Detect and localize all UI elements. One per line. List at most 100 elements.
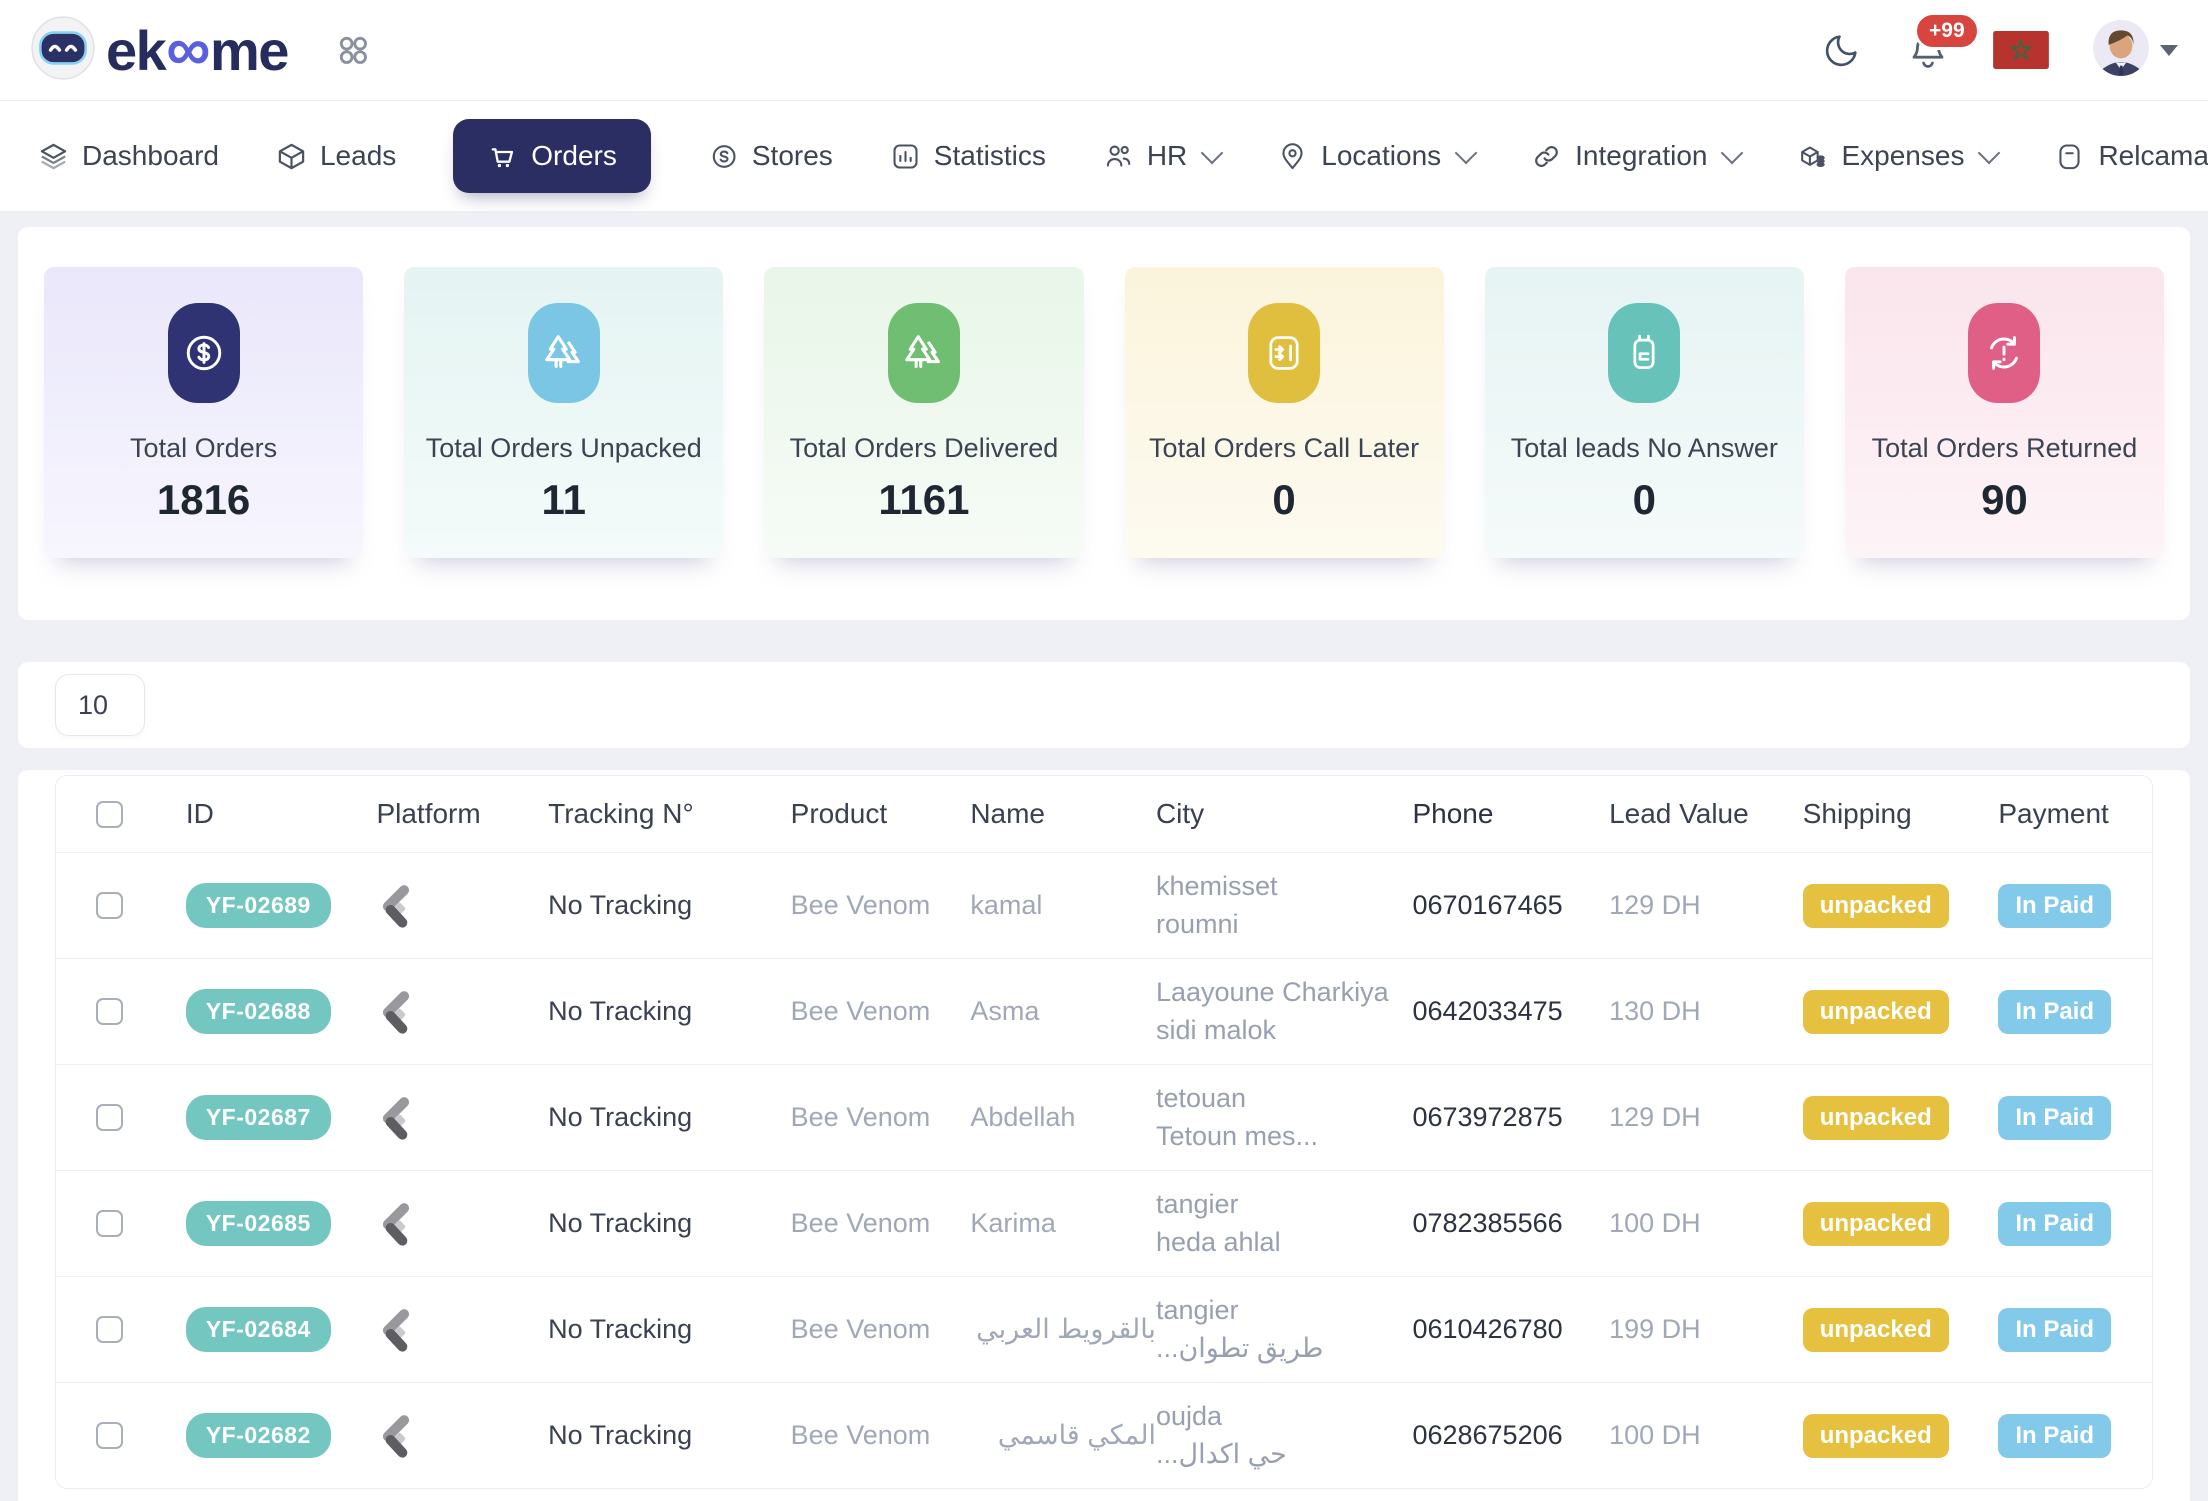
order-id-badge[interactable]: YF-02684	[186, 1307, 331, 1352]
row-checkbox[interactable]	[96, 1422, 123, 1449]
row-checkbox[interactable]	[96, 1210, 123, 1237]
stat-label: Total leads No Answer	[1485, 433, 1804, 464]
nav-label: Dashboard	[82, 140, 219, 172]
order-id-badge[interactable]: YF-02685	[186, 1201, 331, 1246]
nav-statistics[interactable]: Statistics	[890, 140, 1046, 172]
col-product: Product	[791, 798, 971, 830]
col-name: Name	[970, 798, 1156, 830]
orders-table-panel: ID Platform Tracking N° Product Name Cit…	[18, 770, 2190, 1501]
order-id-badge[interactable]: YF-02689	[186, 883, 331, 928]
platform-flutter-icon	[376, 1200, 416, 1247]
shipping-status-badge[interactable]: unpacked	[1803, 1096, 1949, 1140]
platform-flutter-icon	[376, 1094, 416, 1141]
nav-stores[interactable]: Stores	[708, 140, 833, 172]
notifications-button[interactable]: +99	[1906, 28, 1950, 72]
lead-value: 129 DH	[1609, 890, 1803, 921]
apps-grid-icon[interactable]	[334, 31, 372, 69]
col-shipping: Shipping	[1803, 798, 1999, 830]
nav-leads[interactable]: Leads	[276, 140, 396, 172]
city-value: oujdaحي اكدال...	[1156, 1398, 1287, 1474]
product-value: Bee Venom	[791, 1420, 971, 1451]
dollar-circle-icon	[168, 303, 240, 403]
dark-mode-toggle[interactable]	[1820, 28, 1864, 72]
shipping-status-badge[interactable]: unpacked	[1803, 990, 1949, 1034]
order-id-badge[interactable]: YF-02687	[186, 1095, 331, 1140]
transfer-icon	[1248, 303, 1320, 403]
phone-value: 0642033475	[1412, 996, 1609, 1027]
table-row: YF-02688 No Tracking Bee Venom Asma Laay…	[56, 958, 2152, 1064]
product-value: Bee Venom	[791, 996, 971, 1027]
nav-dashboard[interactable]: Dashboard	[38, 140, 219, 172]
nav-label: Relcamation	[2098, 140, 2208, 172]
payment-status-badge[interactable]: In Paid	[1998, 1414, 2111, 1458]
shipping-status-badge[interactable]: unpacked	[1803, 1202, 1949, 1246]
nav-integration[interactable]: Integration	[1531, 140, 1740, 172]
stat-card-call-later: Total Orders Call Later 0	[1125, 267, 1444, 558]
stat-label: Total Orders Call Later	[1125, 433, 1444, 464]
infinity-glyph: ∞	[166, 19, 209, 81]
payment-status-badge[interactable]: In Paid	[1998, 884, 2111, 928]
select-all-checkbox[interactable]	[96, 801, 123, 828]
lead-value: 130 DH	[1609, 996, 1803, 1027]
order-id-badge[interactable]: YF-02688	[186, 989, 331, 1034]
nav-expenses[interactable]: Expenses	[1797, 140, 1997, 172]
nav-label: Stores	[752, 140, 833, 172]
stat-value: 0	[1125, 476, 1444, 558]
nav-label: Leads	[320, 140, 396, 172]
user-menu[interactable]	[2092, 19, 2178, 82]
nav-hr[interactable]: HR	[1103, 140, 1220, 172]
table-row: YF-02685 No Tracking Bee Venom Karima ta…	[56, 1170, 2152, 1276]
nav-locations[interactable]: Locations	[1277, 140, 1474, 172]
name-value: kamal	[970, 890, 1156, 921]
coin-icon	[708, 141, 739, 172]
stats-panel: Total Orders 1816 Total Orders Unpacked …	[18, 227, 2190, 620]
payment-status-badge[interactable]: In Paid	[1998, 1096, 2111, 1140]
people-icon	[1103, 141, 1134, 172]
bar-chart-icon	[890, 141, 921, 172]
row-checkbox[interactable]	[96, 892, 123, 919]
app-logo[interactable]: ek∞me	[30, 15, 288, 86]
layers-icon	[38, 141, 69, 172]
name-value: Abdellah	[970, 1102, 1156, 1133]
nav-orders[interactable]: Orders	[453, 119, 651, 193]
tracking-value: No Tracking	[548, 996, 791, 1027]
row-checkbox[interactable]	[96, 998, 123, 1025]
stat-card-total-orders: Total Orders 1816	[44, 267, 363, 558]
main-nav: Dashboard Leads Orders Stores Statistics…	[0, 101, 2208, 211]
shipping-status-badge[interactable]: unpacked	[1803, 1308, 1949, 1352]
table-row: YF-02687 No Tracking Bee Venom Abdellah …	[56, 1064, 2152, 1170]
city-value: tangierطريق تطوان...	[1156, 1292, 1323, 1368]
shipping-status-badge[interactable]: unpacked	[1803, 884, 1949, 928]
avatar	[2092, 19, 2150, 82]
name-value: Asma	[970, 996, 1156, 1027]
payment-status-badge[interactable]: In Paid	[1998, 1202, 2111, 1246]
robot-mascot-icon	[30, 15, 96, 86]
product-value: Bee Venom	[791, 1314, 971, 1345]
lead-value: 129 DH	[1609, 1102, 1803, 1133]
stat-value: 90	[1845, 476, 2164, 558]
language-flag-button[interactable]	[1992, 28, 2050, 72]
phone-value: 0673972875	[1412, 1102, 1609, 1133]
stat-card-returned: Total Orders Returned 90	[1845, 267, 2164, 558]
city-value: Laayoune Charkiyasidi malok	[1156, 974, 1389, 1050]
stat-value: 1816	[44, 476, 363, 558]
payment-status-badge[interactable]: In Paid	[1998, 1308, 2111, 1352]
order-id-badge[interactable]: YF-02682	[186, 1413, 331, 1458]
nav-label: Expenses	[1841, 140, 1964, 172]
payment-status-badge[interactable]: In Paid	[1998, 990, 2111, 1034]
table-toolbar: 10	[18, 662, 2190, 748]
link-icon	[1531, 141, 1562, 172]
table-header-row: ID Platform Tracking N° Product Name Cit…	[56, 776, 2152, 852]
city-value: tangierheda ahlal	[1156, 1186, 1281, 1262]
nav-label: Locations	[1321, 140, 1441, 172]
table-row: YF-02682 No Tracking Bee Venom المكي قاس…	[56, 1382, 2152, 1488]
nav-relcamation[interactable]: Relcamation	[2054, 140, 2208, 172]
phone-value: 0610426780	[1412, 1314, 1609, 1345]
stat-label: Total Orders Returned	[1845, 433, 2164, 464]
page-size-select[interactable]: 10	[55, 674, 145, 736]
row-checkbox[interactable]	[96, 1316, 123, 1343]
refresh-alert-icon	[1968, 303, 2040, 403]
shipping-status-badge[interactable]: unpacked	[1803, 1414, 1949, 1458]
orders-table: ID Platform Tracking N° Product Name Cit…	[55, 775, 2153, 1489]
row-checkbox[interactable]	[96, 1104, 123, 1131]
